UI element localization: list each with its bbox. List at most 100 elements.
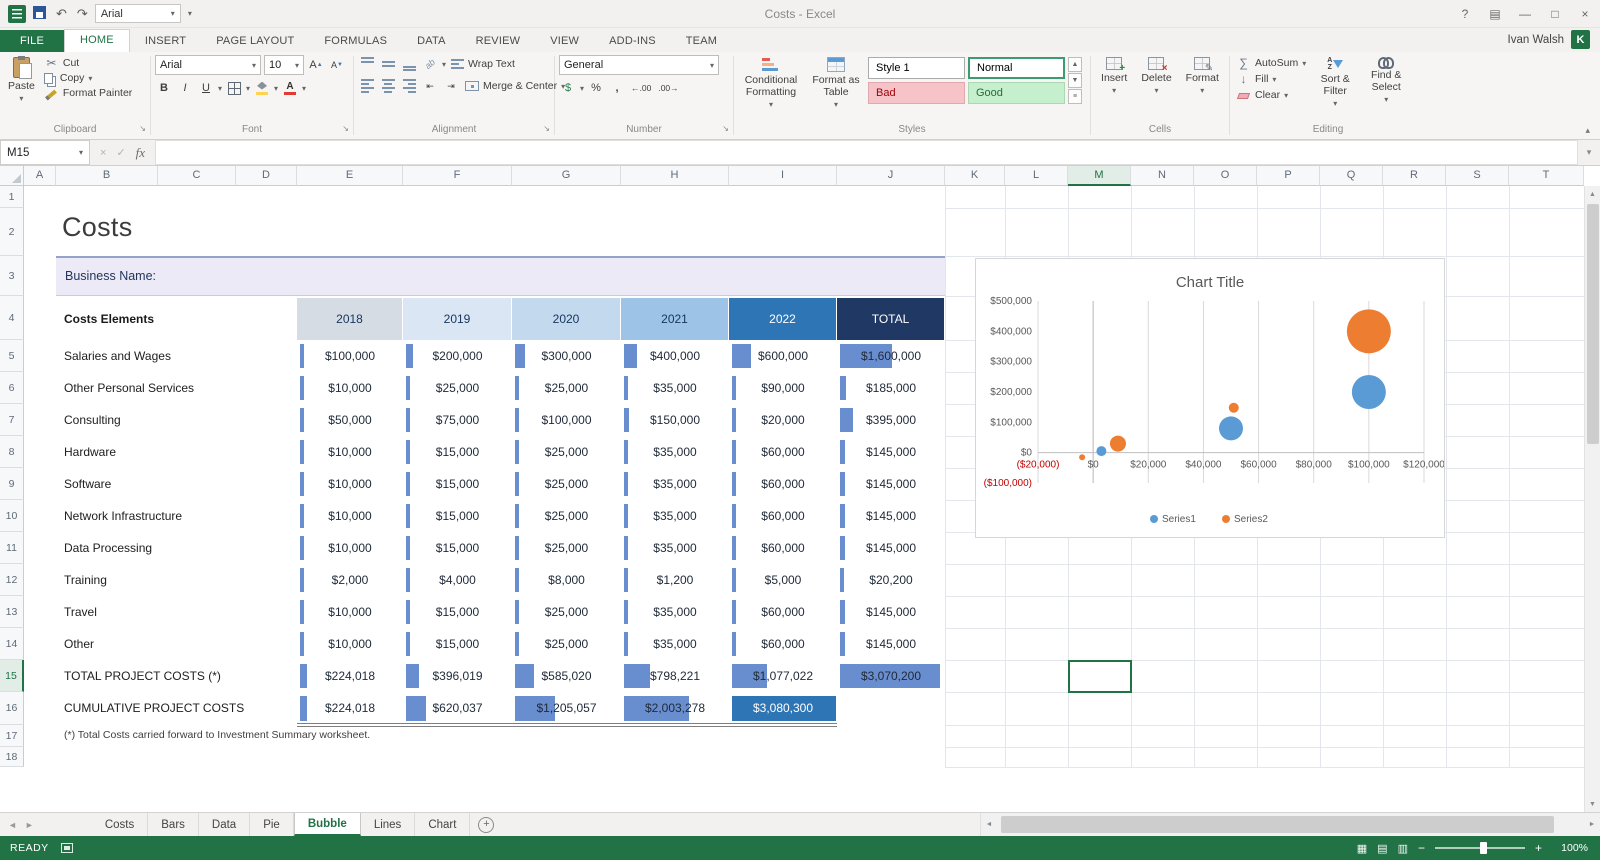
- footnote-cell[interactable]: (*) Total Costs carried forward to Inves…: [64, 729, 370, 741]
- page-break-view-icon[interactable]: ▥: [1398, 842, 1408, 855]
- row-header-8[interactable]: 8: [0, 436, 24, 468]
- close-button[interactable]: ×: [1570, 0, 1600, 27]
- row-header-3[interactable]: 3: [0, 256, 24, 296]
- cell-value[interactable]: $20,000: [730, 404, 836, 436]
- ribbon-tab-data[interactable]: DATA: [402, 31, 461, 52]
- ribbon-tab-file[interactable]: FILE: [0, 30, 64, 52]
- format-as-table-button[interactable]: Format as Table ▾: [807, 55, 865, 111]
- accounting-format-button[interactable]: $: [559, 79, 577, 97]
- sheet-tab-chart[interactable]: Chart: [415, 813, 470, 836]
- cell-value[interactable]: $60,000: [730, 628, 836, 660]
- excel-app-icon[interactable]: [8, 5, 26, 23]
- cell-value[interactable]: $35,000: [622, 500, 728, 532]
- zoom-out-icon[interactable]: −: [1418, 841, 1425, 855]
- increase-decimal-button[interactable]: ←.00: [629, 79, 653, 97]
- sort-filter-button[interactable]: AZ Sort & Filter ▾: [1311, 55, 1359, 110]
- cell-value[interactable]: $35,000: [622, 468, 728, 500]
- qat-font-combo[interactable]: Arial▾: [95, 4, 181, 23]
- column-header-c[interactable]: C: [158, 166, 236, 186]
- row-label-travel[interactable]: Travel: [64, 596, 97, 628]
- align-bottom-button[interactable]: [400, 55, 418, 73]
- cell-value[interactable]: $35,000: [622, 628, 728, 660]
- row-header-10[interactable]: 10: [0, 500, 24, 532]
- cell-value[interactable]: $150,000: [622, 404, 728, 436]
- row-header-15[interactable]: 15: [0, 660, 24, 692]
- ribbon-tab-review[interactable]: REVIEW: [461, 31, 536, 52]
- sheet-tab-pie[interactable]: Pie: [250, 813, 294, 836]
- cell-value[interactable]: $620,037: [404, 692, 511, 725]
- align-middle-button[interactable]: [379, 55, 397, 73]
- table-header-2022[interactable]: 2022: [729, 298, 836, 340]
- gallery-down-icon[interactable]: ▼: [1068, 73, 1082, 88]
- normal-view-icon[interactable]: ▦: [1357, 842, 1367, 855]
- minimize-button[interactable]: —: [1510, 0, 1540, 27]
- column-header-o[interactable]: O: [1194, 166, 1257, 186]
- cell-value[interactable]: $60,000: [730, 500, 836, 532]
- business-name-cell[interactable]: Business Name:: [56, 256, 945, 296]
- cell-value[interactable]: $395,000: [838, 404, 944, 436]
- cell-value[interactable]: $10,000: [298, 500, 402, 532]
- copy-button[interactable]: Copy▾: [42, 71, 134, 85]
- scroll-up-icon[interactable]: ▲: [1585, 186, 1600, 202]
- confirm-entry-icon[interactable]: ✓: [116, 146, 125, 159]
- cell-value[interactable]: $20,200: [838, 564, 944, 596]
- column-header-l[interactable]: L: [1005, 166, 1068, 186]
- row-label-data-processing[interactable]: Data Processing: [64, 532, 152, 564]
- merge-center-button[interactable]: Merge & Center▾: [463, 79, 567, 93]
- column-header-j[interactable]: J: [837, 166, 945, 186]
- sheet-nav-prev-icon[interactable]: ◄: [8, 820, 17, 830]
- table-header-2021[interactable]: 2021: [621, 298, 728, 340]
- column-header-f[interactable]: F: [403, 166, 512, 186]
- cell-value[interactable]: $145,000: [838, 628, 944, 660]
- cell-value[interactable]: $10,000: [298, 468, 402, 500]
- restore-button[interactable]: □: [1540, 0, 1570, 27]
- align-center-button[interactable]: [379, 77, 397, 95]
- row-header-17[interactable]: 17: [0, 725, 24, 747]
- cell-value[interactable]: $35,000: [622, 372, 728, 404]
- comma-style-button[interactable]: ,: [608, 79, 626, 97]
- cell-value[interactable]: $25,000: [513, 628, 620, 660]
- row-header-16[interactable]: 16: [0, 692, 24, 725]
- cell-value[interactable]: $25,000: [404, 372, 511, 404]
- clear-button[interactable]: Clear▾: [1234, 87, 1308, 103]
- ribbon-tab-page-layout[interactable]: PAGE LAYOUT: [201, 31, 309, 52]
- cell-value[interactable]: $60,000: [730, 436, 836, 468]
- zoom-level[interactable]: 100%: [1552, 842, 1588, 854]
- borders-button[interactable]: [225, 79, 243, 97]
- row-label-other[interactable]: Other: [64, 628, 94, 660]
- cell-value[interactable]: $15,000: [404, 468, 511, 500]
- cell-value[interactable]: $25,000: [513, 468, 620, 500]
- conditional-formatting-button[interactable]: Conditional Formatting ▾: [738, 55, 804, 111]
- row-header-1[interactable]: 1: [0, 186, 24, 208]
- cell-value[interactable]: $585,020: [513, 660, 620, 692]
- fill-button[interactable]: ↓Fill▾: [1234, 71, 1308, 87]
- align-top-button[interactable]: [358, 55, 376, 73]
- row-header-14[interactable]: 14: [0, 628, 24, 660]
- align-left-button[interactable]: [358, 77, 376, 95]
- cell-value[interactable]: $1,077,022: [730, 660, 836, 692]
- column-header-r[interactable]: R: [1383, 166, 1446, 186]
- column-header-a[interactable]: A: [24, 166, 56, 186]
- alignment-dialog-launcher-icon[interactable]: ↘: [543, 121, 550, 136]
- cell-value[interactable]: $224,018: [298, 660, 402, 692]
- avatar[interactable]: K: [1571, 30, 1590, 49]
- bold-button[interactable]: B: [155, 79, 173, 97]
- row-label-software[interactable]: Software: [64, 468, 111, 500]
- grow-font-button[interactable]: A▲: [307, 56, 325, 74]
- cell-value[interactable]: $10,000: [298, 372, 402, 404]
- cell-value[interactable]: $25,000: [513, 436, 620, 468]
- zoom-slider[interactable]: [1435, 847, 1525, 849]
- save-button[interactable]: [30, 6, 49, 22]
- sheet-tab-bars[interactable]: Bars: [148, 813, 199, 836]
- cell-value[interactable]: $2,000: [298, 564, 402, 596]
- cell-value[interactable]: $15,000: [404, 436, 511, 468]
- column-header-m[interactable]: M: [1068, 166, 1131, 186]
- cell-value[interactable]: $145,000: [838, 532, 944, 564]
- table-header-2020[interactable]: 2020: [512, 298, 620, 340]
- cell-value[interactable]: $145,000: [838, 596, 944, 628]
- formula-input[interactable]: [156, 140, 1578, 165]
- name-box[interactable]: M15▾: [0, 140, 90, 165]
- cell-value[interactable]: $1,205,057: [513, 692, 620, 725]
- row-header-4[interactable]: 4: [0, 296, 24, 340]
- column-header-h[interactable]: H: [621, 166, 729, 186]
